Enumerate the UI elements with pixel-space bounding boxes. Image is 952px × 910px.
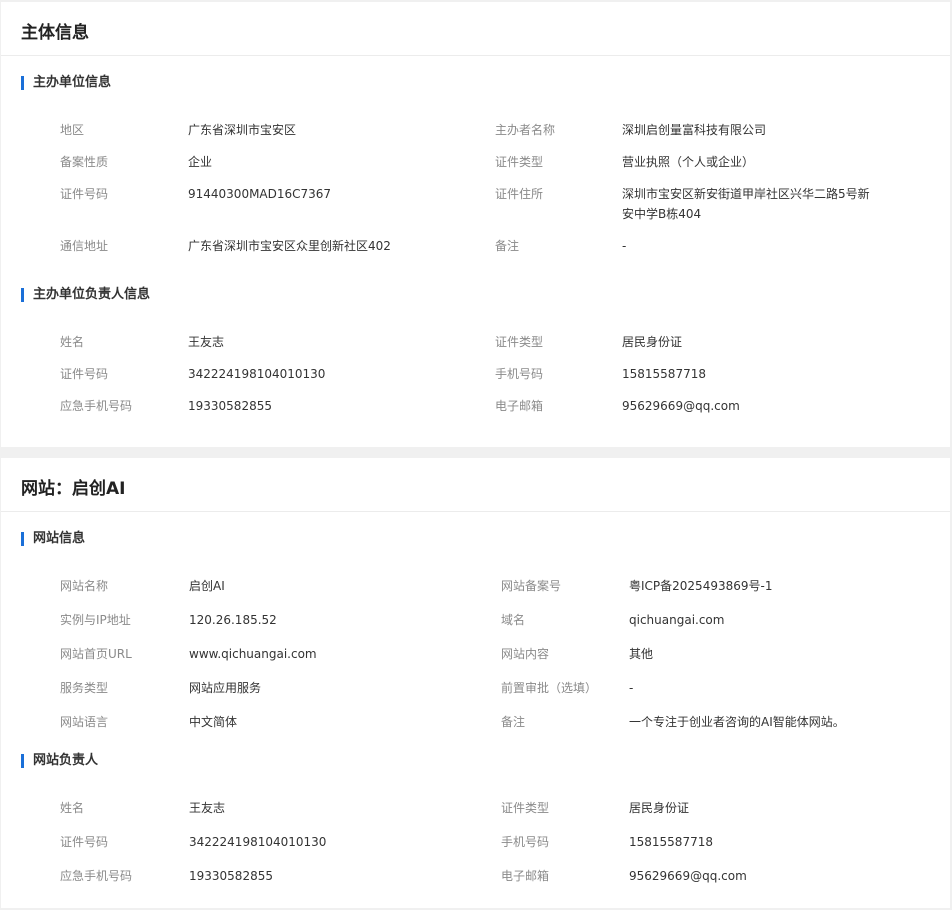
field-label: 前置审批（选填） [501, 681, 598, 695]
field-label: 备注 [495, 239, 520, 253]
field-value: 95629669@qq.com [629, 869, 747, 883]
field-value: 15815587718 [622, 367, 706, 381]
field-value: 企业 [188, 155, 213, 169]
website-info-section-title: 网站信息 [21, 532, 85, 546]
field-value: 深圳市宝安区新安街道甲岸社区兴华二路5号新安中学B栋404 [622, 187, 870, 221]
subject-info-title: 主体信息 [21, 23, 89, 43]
field-label: 证件号码 [60, 187, 109, 201]
field-value: 居民身份证 [622, 335, 683, 349]
field-label: 手机号码 [501, 835, 550, 849]
org-section-title: 主办单位信息 [21, 76, 111, 90]
field-value: 王友志 [189, 801, 226, 815]
field-label: 备注 [501, 715, 526, 729]
field-label: 证件类型 [495, 155, 544, 169]
field-value: 营业执照（个人或企业） [622, 155, 755, 169]
subject-info-card: 主体信息 主办单位信息 地区 广东省深圳市宝安区 主办者名称 深圳启创量富科技有… [1, 2, 950, 447]
field-label: 域名 [501, 613, 526, 627]
field-label: 通信地址 [60, 239, 109, 253]
field-value: 中文简体 [189, 715, 238, 729]
field-value: 19330582855 [188, 399, 272, 413]
divider [1, 511, 950, 512]
field-value: 120.26.185.52 [189, 613, 277, 627]
field-label: 网站首页URL [60, 647, 132, 661]
field-value: 342224198104010130 [189, 835, 327, 849]
field-value: 91440300MAD16C7367 [188, 187, 332, 201]
field-value: 深圳启创量富科技有限公司 [622, 123, 767, 137]
field-label: 服务类型 [60, 681, 109, 695]
divider [1, 55, 950, 56]
field-label: 备案性质 [60, 155, 109, 169]
field-value: 网站应用服务 [189, 681, 262, 695]
field-value: qichuangai.com [629, 613, 725, 627]
field-label: 电子邮箱 [495, 399, 544, 413]
field-value: 居民身份证 [629, 801, 690, 815]
field-label: 网站备案号 [501, 579, 562, 593]
field-value: 19330582855 [189, 869, 273, 883]
field-label: 网站内容 [501, 647, 550, 661]
field-value: - [629, 681, 634, 695]
field-label: 电子邮箱 [501, 869, 550, 883]
field-value: 342224198104010130 [188, 367, 326, 381]
field-label: 应急手机号码 [60, 869, 133, 883]
field-value: - [622, 239, 627, 253]
field-value: 15815587718 [629, 835, 713, 849]
field-value: www.qichuangai.com [189, 647, 317, 661]
field-label: 姓名 [60, 801, 85, 815]
field-value: 粤ICP备2025493869号-1 [629, 579, 773, 593]
field-label: 网站名称 [60, 579, 109, 593]
field-value: 广东省深圳市宝安区 [188, 123, 297, 137]
field-label: 主办者名称 [495, 123, 556, 137]
website-person-section-title: 网站负责人 [21, 754, 98, 768]
field-value: 启创AI [189, 579, 225, 593]
field-label: 姓名 [60, 335, 85, 349]
field-label: 应急手机号码 [60, 399, 133, 413]
website-card: 网站：启创AI 网站信息 网站名称 启创AI 网站备案号 粤ICP备202549… [1, 458, 950, 908]
field-label: 证件类型 [495, 335, 544, 349]
field-label: 实例与IP地址 [60, 613, 131, 627]
field-value: 其他 [629, 647, 654, 661]
org-person-section-title: 主办单位负责人信息 [21, 288, 150, 302]
field-label: 手机号码 [495, 367, 544, 381]
field-label: 证件类型 [501, 801, 550, 815]
field-value: 广东省深圳市宝安区众里创新社区402 [188, 239, 391, 253]
field-label: 证件号码 [60, 367, 109, 381]
field-label: 证件号码 [60, 835, 109, 849]
website-title: 网站：启创AI [21, 479, 126, 499]
field-value: 王友志 [188, 335, 225, 349]
field-label: 证件住所 [495, 187, 544, 201]
field-value: 一个专注于创业者咨询的AI智能体网站。 [629, 715, 845, 729]
field-value: 95629669@qq.com [622, 399, 740, 413]
field-label: 地区 [60, 123, 85, 137]
field-label: 网站语言 [60, 715, 109, 729]
